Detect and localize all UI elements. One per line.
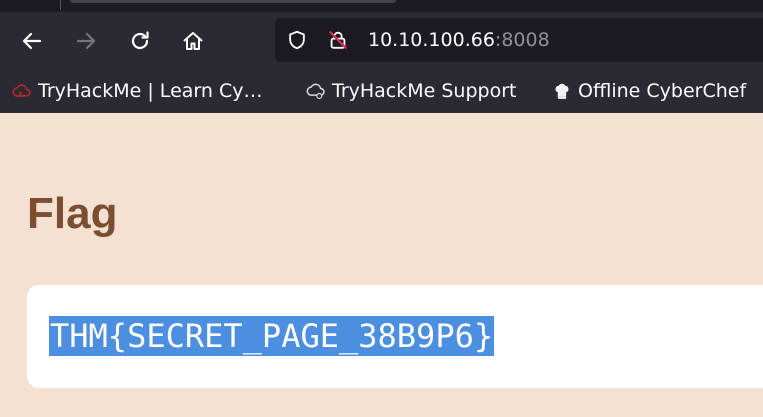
navigation-toolbar: 10.10.100.66:8008	[0, 12, 763, 69]
bookmark-tryhackme[interactable]: TryHackMe | Learn Cy…	[12, 79, 262, 103]
cloud-support-icon	[306, 81, 326, 101]
tab-strip	[0, 0, 763, 12]
reload-button[interactable]	[124, 25, 156, 57]
arrow-right-icon	[76, 32, 96, 50]
bookmarks-toolbar: TryHackMe | Learn Cy… TryHackMe Support …	[0, 69, 763, 113]
flag-card: THM{SECRET_PAGE_38B9P6}	[27, 285, 763, 388]
url-host: 10.10.100.66	[368, 29, 495, 51]
page-content: Flag THM{SECRET_PAGE_38B9P6}	[0, 113, 763, 417]
shield-icon	[289, 30, 305, 50]
insecure-lock-icon	[329, 31, 347, 49]
bookmark-label: Offline CyberChef	[578, 80, 747, 102]
bookmark-offline-cyberchef[interactable]: Offline CyberChef	[552, 79, 746, 103]
url-port: :8008	[494, 29, 550, 51]
tryhackme-cloud-icon	[12, 81, 32, 101]
home-button[interactable]	[177, 25, 209, 57]
page-title: Flag	[27, 189, 118, 238]
tracking-protection-button[interactable]	[286, 29, 308, 51]
forward-button[interactable]	[70, 25, 102, 57]
active-tab[interactable]	[70, 0, 396, 3]
bookmark-tryhackme-support[interactable]: TryHackMe Support	[306, 79, 516, 103]
flag-value[interactable]: THM{SECRET_PAGE_38B9P6}	[49, 316, 495, 356]
arrow-left-icon	[22, 32, 42, 50]
back-button[interactable]	[16, 25, 48, 57]
reload-icon	[131, 31, 149, 50]
site-security-button[interactable]	[327, 29, 349, 51]
url-text[interactable]: 10.10.100.66:8008	[368, 29, 550, 51]
browser-window: 10.10.100.66:8008 TryHackMe | Learn Cy… …	[0, 0, 763, 417]
home-icon	[183, 32, 203, 50]
bookmark-label: TryHackMe | Learn Cy…	[38, 80, 263, 102]
bookmark-label: TryHackMe Support	[332, 80, 517, 102]
chef-hat-icon	[552, 81, 572, 101]
tab-divider	[60, 0, 61, 10]
address-bar[interactable]: 10.10.100.66:8008	[275, 18, 763, 62]
